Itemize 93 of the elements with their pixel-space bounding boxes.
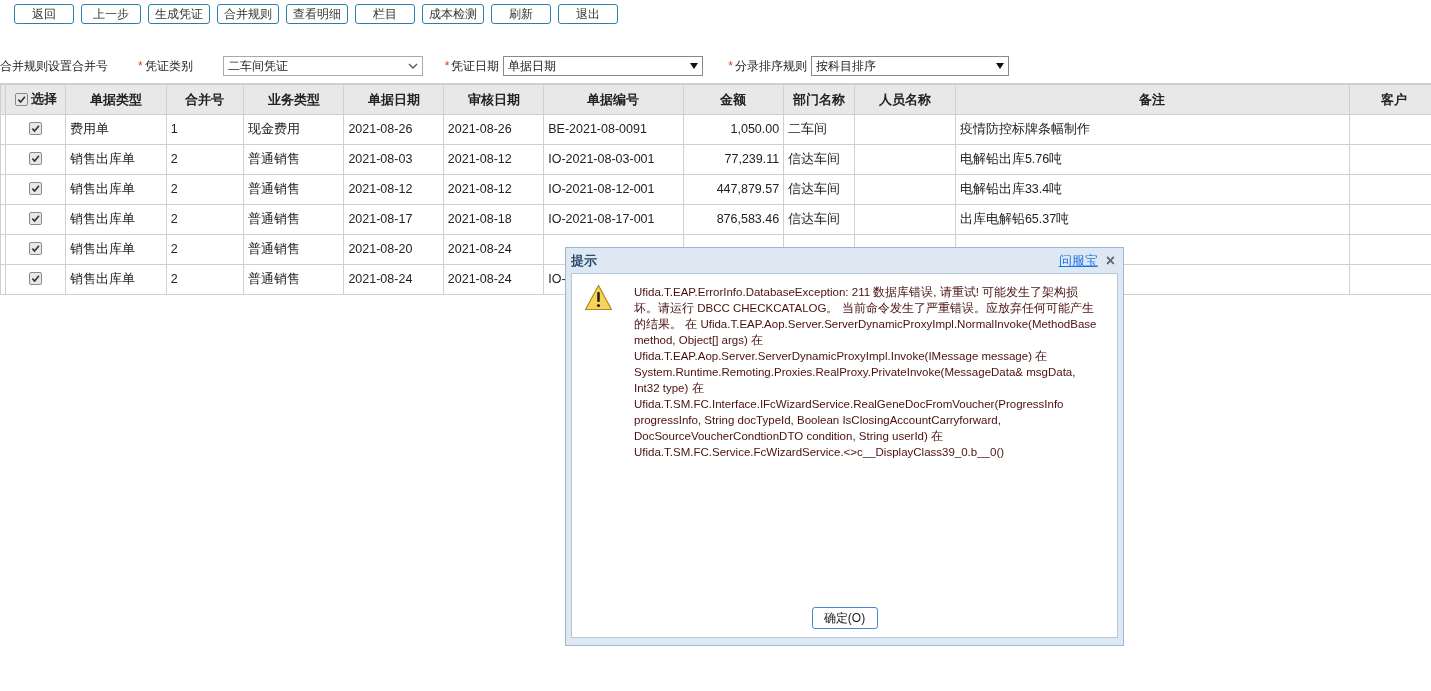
- table-cell: 2021-08-03: [348, 151, 413, 166]
- table-cell: 2: [170, 241, 178, 256]
- table-cell: 普通销售: [248, 211, 300, 226]
- table-cell: IO-2021-08-17-001: [548, 211, 655, 226]
- required-mark: *: [728, 58, 733, 75]
- field-label: 分录排序规则: [735, 58, 807, 75]
- table-cell: 普通销售: [248, 151, 300, 166]
- toolbar-button[interactable]: 合并规则: [217, 4, 279, 24]
- toolbar-button[interactable]: 返回: [14, 4, 74, 24]
- table-cell: 2021-08-24: [447, 271, 512, 286]
- table-cell: 2021-08-24: [447, 241, 512, 256]
- table-cell: IO-: [548, 271, 566, 286]
- table-cell: 2021-08-17: [348, 211, 413, 226]
- table-cell: 信达车间: [788, 151, 841, 166]
- table-cell: 电解铅出库5.76吨: [959, 151, 1063, 166]
- table-cell: IO-2021-08-12-001: [548, 181, 655, 196]
- table-cell: 77,239.11: [724, 151, 780, 166]
- toolbar-button[interactable]: 栏目: [355, 4, 415, 24]
- checkbox[interactable]: [29, 122, 43, 136]
- merge-hint: 合并规则设置合并号: [0, 58, 108, 75]
- table-cell: 费用单: [70, 121, 110, 136]
- column-header: 合并号: [166, 84, 244, 114]
- table-cell: 2: [170, 271, 178, 286]
- table-cell: 2021-08-18: [447, 211, 512, 226]
- column-header: 业务类型: [243, 84, 344, 114]
- table-cell: 2021-08-12: [348, 181, 413, 196]
- checkbox[interactable]: [29, 152, 43, 166]
- ok-button[interactable]: 确定(O): [811, 607, 878, 629]
- help-link[interactable]: 问服宝: [1058, 250, 1098, 271]
- required-mark: *: [138, 58, 143, 75]
- toolbar-button[interactable]: 上一步: [81, 4, 141, 24]
- dropdown[interactable]: 按科目排序: [811, 56, 1009, 76]
- triangle-down-icon: [690, 63, 699, 69]
- table-cell: 2: [170, 211, 178, 226]
- column-header: 单据日期: [343, 84, 444, 114]
- table-cell: 2021-08-26: [447, 121, 512, 136]
- toolbar-button[interactable]: 生成凭证: [148, 4, 210, 24]
- toolbar-button[interactable]: 查看明细: [286, 4, 348, 24]
- table-cell: 销售出库单: [70, 151, 136, 166]
- toolbar-button[interactable]: 退出: [558, 4, 618, 24]
- column-header: 单据编号: [543, 84, 684, 114]
- field-label: 凭证日期: [451, 58, 500, 75]
- table-cell: 2: [170, 181, 178, 196]
- table-cell: 疫情防控标牌条幅制作: [959, 121, 1090, 136]
- table-cell: 2021-08-20: [348, 241, 413, 256]
- table-cell: 现金费用: [248, 121, 300, 136]
- table-cell: 447,879.57: [716, 181, 780, 196]
- triangle-down-icon: [996, 63, 1004, 69]
- checkbox[interactable]: [29, 242, 43, 256]
- table-cell: 2021-08-24: [348, 271, 413, 286]
- table-cell: 销售出库单: [70, 211, 136, 226]
- column-header: 备注: [955, 84, 1350, 114]
- column-header: 选择: [5, 84, 66, 114]
- table-cell: 2021-08-12: [447, 181, 512, 196]
- table-cell: 二车间: [788, 121, 828, 136]
- table-cell: BE-2021-08-0091: [548, 121, 647, 136]
- table-cell: 销售出库单: [70, 241, 136, 256]
- table-cell: 2021-08-12: [447, 151, 512, 166]
- table-cell: 普通销售: [248, 181, 300, 196]
- checkbox[interactable]: [29, 272, 43, 286]
- table-cell: 出库电解铅65.37吨: [959, 211, 1070, 226]
- dropdown[interactable]: 二车间凭证: [222, 56, 423, 76]
- table-cell: 2: [170, 151, 178, 166]
- column-header: 单据类型: [65, 84, 167, 114]
- table-cell: 普通销售: [248, 241, 300, 256]
- table-cell: 信达车间: [788, 211, 841, 226]
- column-header: 金额: [683, 84, 784, 114]
- warning-icon: [584, 284, 613, 311]
- checkbox[interactable]: [29, 182, 43, 196]
- table-cell: IO-2021-08-03-001: [548, 151, 655, 166]
- table-cell: 876,583.46: [716, 211, 780, 226]
- chevron-down-icon: [407, 63, 418, 69]
- toolbar-button[interactable]: 刷新: [491, 4, 551, 24]
- close-button[interactable]: ×: [1105, 252, 1115, 269]
- column-header: 审核日期: [443, 84, 544, 114]
- column-header: 部门名称: [783, 84, 855, 114]
- dropdown[interactable]: 单据日期: [503, 56, 704, 76]
- table-cell: 普通销售: [248, 271, 300, 286]
- table-cell: 1,050.00: [730, 121, 780, 136]
- checkbox[interactable]: [29, 212, 43, 226]
- table-cell: 1: [170, 121, 178, 136]
- column-header: 人员名称: [855, 84, 956, 114]
- required-mark: *: [444, 58, 450, 75]
- dialog-title: 提示: [571, 251, 597, 270]
- error-message: Ufida.T.EAP.ErrorInfo.DatabaseException: 211 数据库错误, 请重试! 可能发生了架构损坏。请运行 DBCC CHECKCATALOG。 当前命令发生了严重错误。应放弃任何可能产生的结果。 在 Ufida.T.EAP.Aop.Server.ServerDynamicProxyImpl.NormalInvoke(MethodBase method, Object[] args) 在 Ufida.T.EAP.Aop.Server.ServerDynamicProxyImpl.Invoke(IMessage message) 在 System.Runtime.Remoting.Proxies.RealProxy.PrivateInvoke(MessageData& msgData, Int32 type) 在 Ufida.T.SM.FC.Interface.IFcWizardService.RealGeneDocFromVoucher(ProgressInfo progressInfo, String docTypeId, Boolean IsClosingAccountCarryforward, DocSourceVoucherCondtionDTO condition, String userId) 在 Ufida.T.SM.FC.Service.FcWizardService.<>c__DisplayClass39_0.b__0(): [634, 285, 1098, 460]
- table-cell: 销售出库单: [70, 271, 136, 286]
- table-cell: 销售出库单: [70, 181, 136, 196]
- toolbar-button[interactable]: 成本检测: [422, 4, 484, 24]
- table-cell: 2021-08-26: [348, 121, 413, 136]
- checkbox[interactable]: [14, 92, 28, 106]
- table-cell: 电解铅出库33.4吨: [959, 181, 1063, 196]
- table-cell: 信达车间: [788, 181, 841, 196]
- field-label: 凭证类别: [144, 58, 193, 75]
